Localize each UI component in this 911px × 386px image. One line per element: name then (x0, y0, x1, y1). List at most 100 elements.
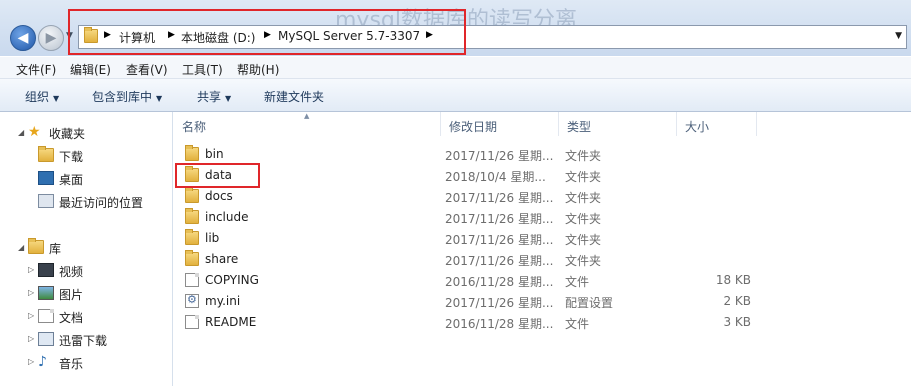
file-date: 2017/11/26 星期... (445, 254, 554, 268)
library-icon (28, 238, 44, 254)
caret-down-icon: ▼ (225, 94, 232, 103)
nav-libraries-label: 库 (49, 242, 62, 256)
file-name: my.ini (205, 294, 241, 308)
include-in-library-button[interactable]: 包含到库中 ▼ (92, 88, 162, 105)
nav-recent-label: 最近访问的位置 (59, 196, 144, 210)
file-icon (185, 315, 199, 329)
menu-tools[interactable]: 工具(T) (182, 61, 223, 78)
file-row[interactable]: lib 2017/11/26 星期... 文件夹 (173, 228, 911, 249)
desktop-icon (38, 171, 54, 185)
file-date: 2017/11/26 星期... (445, 149, 554, 163)
back-button[interactable]: ◀ (10, 25, 36, 51)
folder-icon (185, 250, 199, 266)
file-date: 2017/11/26 星期... (445, 191, 554, 205)
file-name: COPYING (205, 273, 259, 287)
nav-downloads-label: 下载 (59, 150, 84, 164)
expand-icon[interactable]: ▷ (28, 311, 34, 320)
expand-icon[interactable]: ▷ (28, 334, 34, 343)
organize-label: 组织 (25, 90, 50, 104)
file-type: 文件 (565, 275, 590, 289)
share-button[interactable]: 共享 ▼ (197, 88, 231, 105)
file-type: 配置设置 (565, 296, 614, 310)
nav-videos-label: 视频 (59, 265, 84, 279)
file-row[interactable]: my.ini 2017/11/26 星期... 配置设置 2 KB (173, 291, 911, 312)
column-header-type[interactable]: 类型 (558, 112, 677, 136)
column-header-size[interactable]: 大小 (676, 112, 757, 136)
column-name-label: 名称 (182, 120, 207, 134)
music-note-icon: ♪ (38, 354, 47, 370)
back-arrow-icon: ◀ (17, 30, 29, 46)
collapse-icon[interactable]: ◢ (18, 243, 24, 252)
menu-view[interactable]: 查看(V) (126, 61, 168, 78)
file-name: README (205, 315, 257, 329)
picture-icon (38, 286, 54, 300)
video-icon (38, 263, 54, 277)
collapse-icon[interactable]: ◢ (18, 128, 24, 137)
folder-icon (185, 208, 199, 224)
nav-favorites-label: 收藏夹 (49, 127, 86, 141)
file-type: 文件 (565, 317, 590, 331)
new-folder-button[interactable]: 新建文件夹 (264, 88, 324, 105)
file-date: 2016/11/28 星期... (445, 275, 554, 289)
file-type: 文件夹 (565, 233, 602, 247)
menu-file[interactable]: 文件(F) (16, 61, 56, 78)
file-date: 2016/11/28 星期... (445, 317, 554, 331)
column-size-label: 大小 (685, 120, 710, 134)
file-type: 文件夹 (565, 212, 602, 226)
file-row[interactable]: docs 2017/11/26 星期... 文件夹 (173, 186, 911, 207)
forward-arrow-icon: ▶ (45, 30, 57, 46)
navigation-pane: ◢ ★ 收藏夹 下载 桌面 最近访问的位置 ◢ 库 ▷ 视频 ▷ 图片 ▷ 文档… (0, 112, 173, 386)
expand-icon[interactable]: ▷ (28, 288, 34, 297)
file-date: 2017/11/26 星期... (445, 233, 554, 247)
file-row[interactable]: bin 2017/11/26 星期... 文件夹 (173, 144, 911, 165)
file-name: lib (205, 231, 220, 245)
sort-ascending-icon: ▲ (304, 112, 310, 120)
nav-thunder-label: 迅雷下载 (59, 334, 108, 348)
file-row[interactable]: include 2017/11/26 星期... 文件夹 (173, 207, 911, 228)
file-row[interactable]: README 2016/11/28 星期... 文件 3 KB (173, 312, 911, 333)
file-date: 2017/11/26 星期... (445, 212, 554, 226)
file-type: 文件夹 (565, 254, 602, 268)
file-size: 2 KB (723, 294, 751, 308)
nav-documents-label: 文档 (59, 311, 84, 325)
menu-bar: 文件(F) 编辑(E) 查看(V) 工具(T) 帮助(H) (0, 57, 911, 79)
menu-edit[interactable]: 编辑(E) (70, 61, 111, 78)
column-header-date[interactable]: 修改日期 (440, 112, 559, 136)
recent-places-icon (38, 194, 54, 208)
expand-icon[interactable]: ▷ (28, 357, 34, 366)
column-type-label: 类型 (567, 120, 592, 134)
folder-icon (185, 187, 199, 203)
address-dropdown-icon[interactable]: ▼ (895, 31, 902, 41)
file-name: share (205, 252, 239, 266)
file-size: 18 KB (715, 273, 751, 287)
file-row[interactable]: COPYING 2016/11/28 星期... 文件 18 KB (173, 270, 911, 291)
organize-button[interactable]: 组织 ▼ (25, 88, 59, 105)
file-name: bin (205, 147, 224, 161)
file-name: include (205, 210, 249, 224)
column-date-label: 修改日期 (449, 120, 498, 134)
file-icon (185, 273, 199, 287)
caret-down-icon: ▼ (53, 94, 60, 103)
settings-file-icon (185, 293, 199, 308)
file-size: 3 KB (723, 315, 751, 329)
file-row[interactable]: data 2018/10/4 星期... 文件夹 (173, 165, 911, 186)
star-icon: ★ (28, 124, 41, 140)
share-label: 共享 (197, 90, 222, 104)
forward-button[interactable]: ▶ (38, 25, 64, 51)
nav-pictures-label: 图片 (59, 288, 84, 302)
file-date: 2018/10/4 星期... (445, 170, 546, 184)
menu-help[interactable]: 帮助(H) (237, 61, 279, 78)
document-icon (38, 309, 54, 323)
folder-icon (185, 145, 199, 161)
include-in-library-label: 包含到库中 (92, 90, 153, 104)
file-type: 文件夹 (565, 191, 602, 205)
file-name: docs (205, 189, 233, 203)
thunder-download-icon (38, 332, 54, 346)
caret-down-icon: ▼ (156, 94, 163, 103)
file-type: 文件夹 (565, 170, 602, 184)
folder-icon (185, 229, 199, 245)
expand-icon[interactable]: ▷ (28, 265, 34, 274)
column-header-name[interactable]: 名称 ▲ (173, 112, 441, 136)
file-row[interactable]: share 2017/11/26 星期... 文件夹 (173, 249, 911, 270)
nav-music-label: 音乐 (59, 357, 84, 371)
